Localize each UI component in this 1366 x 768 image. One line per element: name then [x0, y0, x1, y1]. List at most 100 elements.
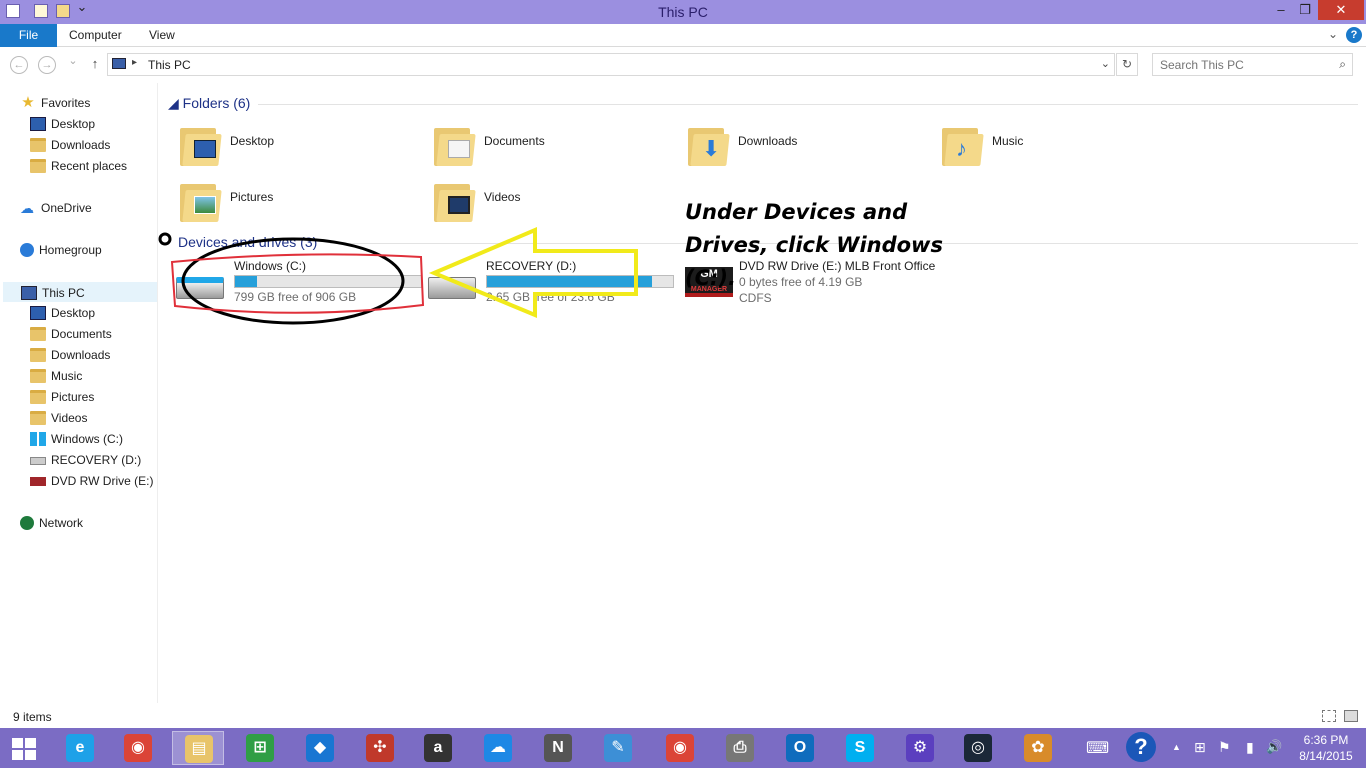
drive-windows-c[interactable]: Windows (C:) 799 GB free of 906 GB: [176, 259, 426, 315]
tab-file[interactable]: File: [0, 24, 57, 47]
documents-folder-icon: [434, 122, 476, 166]
clock[interactable]: 6:36 PM 8/14/2015: [1288, 732, 1364, 764]
help-tray-icon[interactable]: ?: [1126, 732, 1156, 762]
navigation-pane: ★ Favorites Desktop Downloads Recent plac…: [0, 83, 158, 703]
annotation-text: Under Devices and Drives, click Windows …: [685, 200, 943, 290]
taskbar-app-paint[interactable]: ✿: [1012, 731, 1064, 765]
tab-computer[interactable]: Computer: [69, 24, 122, 47]
chrome-icon: ◉: [124, 734, 152, 762]
taskbar-app-onedrive[interactable]: ☁: [472, 731, 524, 765]
status-bar: 9 items: [0, 706, 1366, 728]
skype-icon: S: [846, 734, 874, 762]
folder-documents[interactable]: Documents: [434, 118, 674, 170]
folder-icon: [30, 326, 46, 341]
keyboard-icon[interactable]: ⌨: [1086, 738, 1109, 758]
action-center-flag-icon[interactable]: ⚑: [1218, 739, 1231, 756]
clock-time: 6:36 PM: [1303, 733, 1349, 747]
puzzle-icon: ✣: [366, 734, 394, 762]
taskbar-app-amazon[interactable]: a: [412, 731, 464, 765]
sidebar-item-documents[interactable]: Documents: [30, 324, 112, 344]
folder-pictures[interactable]: Pictures: [180, 174, 420, 226]
dvd-drive-icon: [30, 477, 46, 487]
sidebar-item-onedrive[interactable]: ☁ OneDrive: [20, 198, 92, 218]
sidebar-item-windows-c[interactable]: Windows (C:): [30, 429, 123, 449]
taskbar-app-notepad[interactable]: N: [532, 731, 584, 765]
folder-downloads[interactable]: ⬇ Downloads: [688, 118, 928, 170]
drive-usage-fill: [235, 276, 257, 287]
sidebar-item-label: This PC: [42, 286, 85, 300]
taskbar-app-outlook[interactable]: O: [774, 731, 826, 765]
hard-drive-icon: [30, 456, 46, 465]
taskbar-app-chrome[interactable]: ◉: [112, 731, 164, 765]
taskbar-app-puzzle[interactable]: ✣: [354, 731, 406, 765]
folder-icon: [30, 389, 46, 404]
pictures-folder-icon: [180, 178, 222, 222]
taskbar-app-file-explorer[interactable]: ▤: [172, 731, 224, 765]
back-button[interactable]: ←: [10, 56, 28, 74]
devices-group-header[interactable]: Devices and drives (3): [168, 234, 317, 250]
forward-button[interactable]: →: [38, 56, 56, 74]
sidebar-item-pictures[interactable]: Pictures: [30, 387, 94, 407]
sidebar-item-favorites[interactable]: ★ Favorites: [20, 93, 90, 113]
sidebar-item-label: Network: [39, 516, 84, 530]
folder-label: Desktop: [230, 134, 275, 148]
sidebar-item-downloads[interactable]: Downloads: [30, 135, 110, 155]
sidebar-item-videos[interactable]: Videos: [30, 408, 87, 428]
taskbar-app-dropbox[interactable]: ◆: [294, 731, 346, 765]
store-icon: ⊞: [246, 734, 274, 762]
folders-group-header[interactable]: ◢ Folders (6): [168, 95, 250, 112]
sidebar-item-this-pc[interactable]: This PC: [3, 282, 157, 302]
taskbar-app-steam[interactable]: ◎: [952, 731, 1004, 765]
battery-icon[interactable]: ▮: [1246, 739, 1254, 756]
taskbar-app-internet-explorer[interactable]: e: [54, 731, 106, 765]
start-button[interactable]: [12, 738, 38, 760]
sidebar-item-recovery-d[interactable]: RECOVERY (D:): [30, 450, 141, 470]
windows-tray-icon[interactable]: ⊞: [1194, 739, 1206, 756]
taskbar-app-store[interactable]: ⊞: [234, 731, 286, 765]
close-button[interactable]: ✕: [1318, 0, 1364, 20]
sidebar-item-music[interactable]: Music: [30, 366, 82, 386]
restore-button[interactable]: ❐: [1292, 0, 1318, 20]
minimize-button[interactable]: –: [1268, 0, 1294, 20]
details-view-button[interactable]: [1322, 710, 1336, 722]
fax-icon: ⎙: [726, 734, 754, 762]
sidebar-item-recent-places[interactable]: Recent places: [30, 156, 127, 176]
breadcrumb-separator[interactable]: ▸: [132, 57, 137, 68]
folder-videos[interactable]: Videos: [434, 174, 674, 226]
sidebar-item-label: Videos: [51, 411, 88, 425]
sidebar-item-desktop-pc[interactable]: Desktop: [30, 303, 95, 323]
desktop-icon: [30, 305, 46, 320]
help-icon[interactable]: ?: [1346, 27, 1362, 43]
sidebar-item-network[interactable]: Network: [20, 513, 83, 533]
folder-music[interactable]: ♪ Music: [942, 118, 1182, 170]
recent-locations-button[interactable]: ⌄: [64, 53, 82, 71]
volume-icon[interactable]: 🔊: [1266, 739, 1282, 755]
drive-recovery-d[interactable]: RECOVERY (D:) 2.65 GB free of 23.6 GB: [428, 259, 678, 315]
paint-icon: ✿: [1024, 734, 1052, 762]
sidebar-item-label: Desktop: [51, 117, 96, 131]
drive-name: RECOVERY (D:): [486, 259, 577, 273]
search-icon[interactable]: ⌕: [1339, 57, 1346, 72]
address-dropdown-icon[interactable]: ⌄: [1101, 57, 1110, 70]
address-bar[interactable]: ▸ This PC ⌄: [107, 53, 1115, 76]
sidebar-item-downloads-pc[interactable]: Downloads: [30, 345, 110, 365]
breadcrumb[interactable]: This PC: [148, 58, 191, 72]
sidebar-item-homegroup[interactable]: Homegroup: [20, 240, 102, 260]
show-hidden-icons-icon[interactable]: ▲: [1172, 742, 1181, 752]
taskbar-app-skype[interactable]: S: [834, 731, 886, 765]
search-box[interactable]: ⌕: [1152, 53, 1353, 76]
sidebar-item-dvd-e[interactable]: DVD RW Drive (E:) MLB Front Office: [30, 471, 157, 491]
sidebar-item-desktop[interactable]: Desktop: [30, 114, 95, 134]
taskbar-app-settings[interactable]: ⚙: [894, 731, 946, 765]
expand-ribbon-icon[interactable]: ⌄: [1328, 27, 1338, 41]
folder-icon: [30, 158, 46, 173]
taskbar-app-fax[interactable]: ⎙: [714, 731, 766, 765]
large-icons-view-button[interactable]: [1344, 710, 1358, 722]
taskbar-app-chrome-2[interactable]: ◉: [654, 731, 706, 765]
taskbar-app-notes[interactable]: ✎: [592, 731, 644, 765]
refresh-button[interactable]: ↻: [1116, 53, 1138, 76]
folder-desktop[interactable]: Desktop: [180, 118, 420, 170]
search-input[interactable]: [1153, 54, 1323, 75]
tab-view[interactable]: View: [149, 24, 175, 47]
up-button[interactable]: ↑: [86, 56, 104, 74]
